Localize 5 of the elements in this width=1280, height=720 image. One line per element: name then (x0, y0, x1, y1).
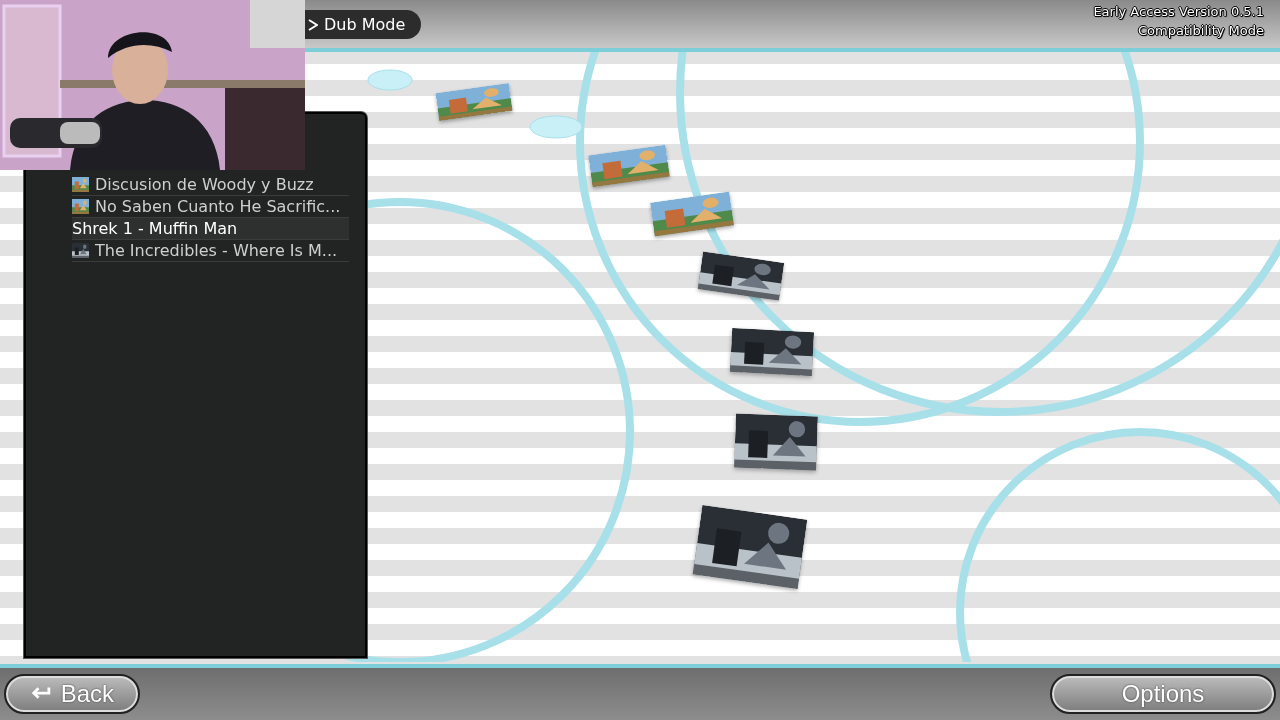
song-item[interactable]: Shrek 1 - Muffin Man (72, 218, 349, 240)
oval-marker (367, 69, 413, 91)
song-item[interactable]: The Incredibles - Where Is M... (72, 240, 349, 262)
song-item[interactable]: Discusion de Woody y Buzz (72, 174, 349, 196)
compatibility-label: Compatibility Mode (1137, 23, 1264, 38)
